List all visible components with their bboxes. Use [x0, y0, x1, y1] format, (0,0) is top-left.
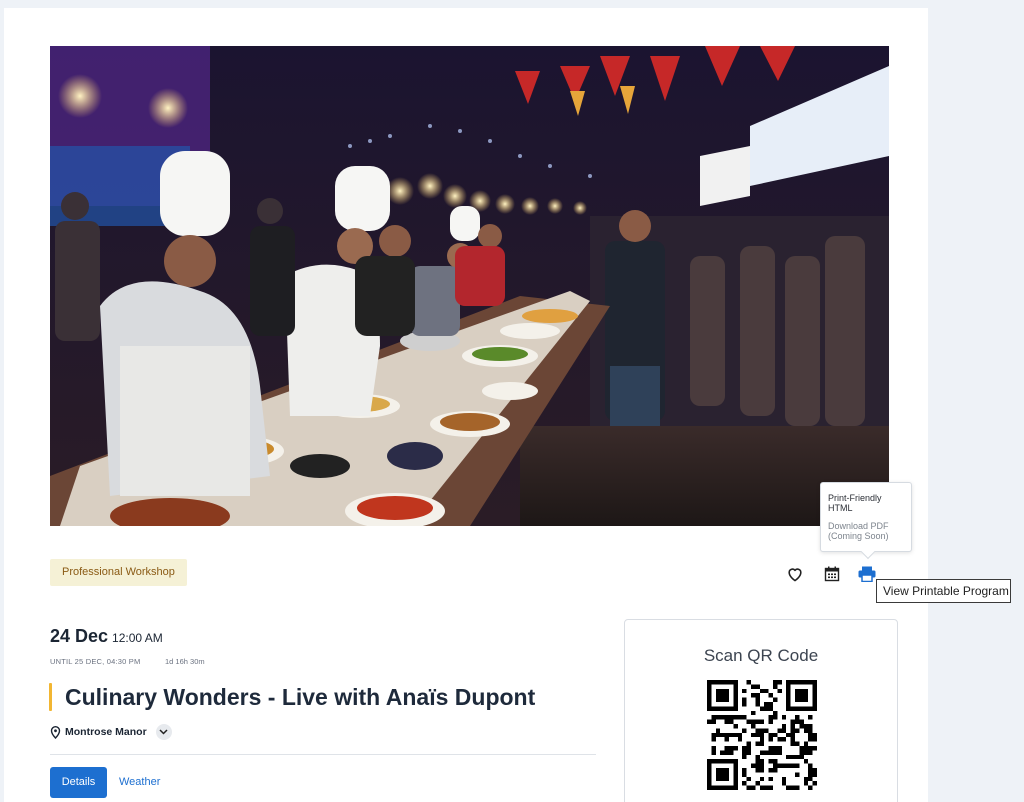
heart-icon[interactable] [784, 563, 806, 585]
popover-arrow [860, 544, 876, 560]
qr-panel: Scan QR Code [624, 619, 898, 802]
hero-image [50, 46, 889, 526]
event-time: 12:00 AM [112, 631, 163, 645]
divider [50, 754, 596, 755]
qr-title: Scan QR Code [703, 646, 819, 665]
print-html-option[interactable]: Print-Friendly HTML [828, 493, 903, 513]
print-icon[interactable] [856, 563, 878, 585]
category-tag: Professional Workshop [50, 559, 187, 586]
qr-code-image [707, 680, 817, 790]
event-location: Montrose Manor [50, 724, 172, 740]
print-tooltip: View Printable Program [876, 579, 1011, 603]
event-date-line: 24 Dec 12:00 AM [50, 626, 163, 647]
event-card: Professional Workshop Print-Friendly HTM… [4, 8, 928, 802]
calendar-icon[interactable] [821, 563, 843, 585]
location-name: Montrose Manor [65, 726, 147, 738]
tab-details[interactable]: Details [50, 767, 107, 798]
event-title: Culinary Wonders - Live with Anaïs Dupon… [65, 684, 536, 710]
tab-weather[interactable]: Weather [119, 767, 160, 798]
event-until: UNTIL 25 DEC, 04:30 PM [50, 657, 141, 666]
event-duration: 1d 16h 30m [165, 657, 205, 666]
title-accent-bar [49, 683, 52, 711]
print-menu: Print-Friendly HTML Download PDF (Coming… [820, 482, 912, 560]
download-pdf-option: Download PDF (Coming Soon) [828, 521, 889, 541]
map-pin-icon [50, 725, 61, 739]
event-date: 24 Dec [50, 626, 109, 646]
chevron-down-icon[interactable] [155, 724, 172, 740]
